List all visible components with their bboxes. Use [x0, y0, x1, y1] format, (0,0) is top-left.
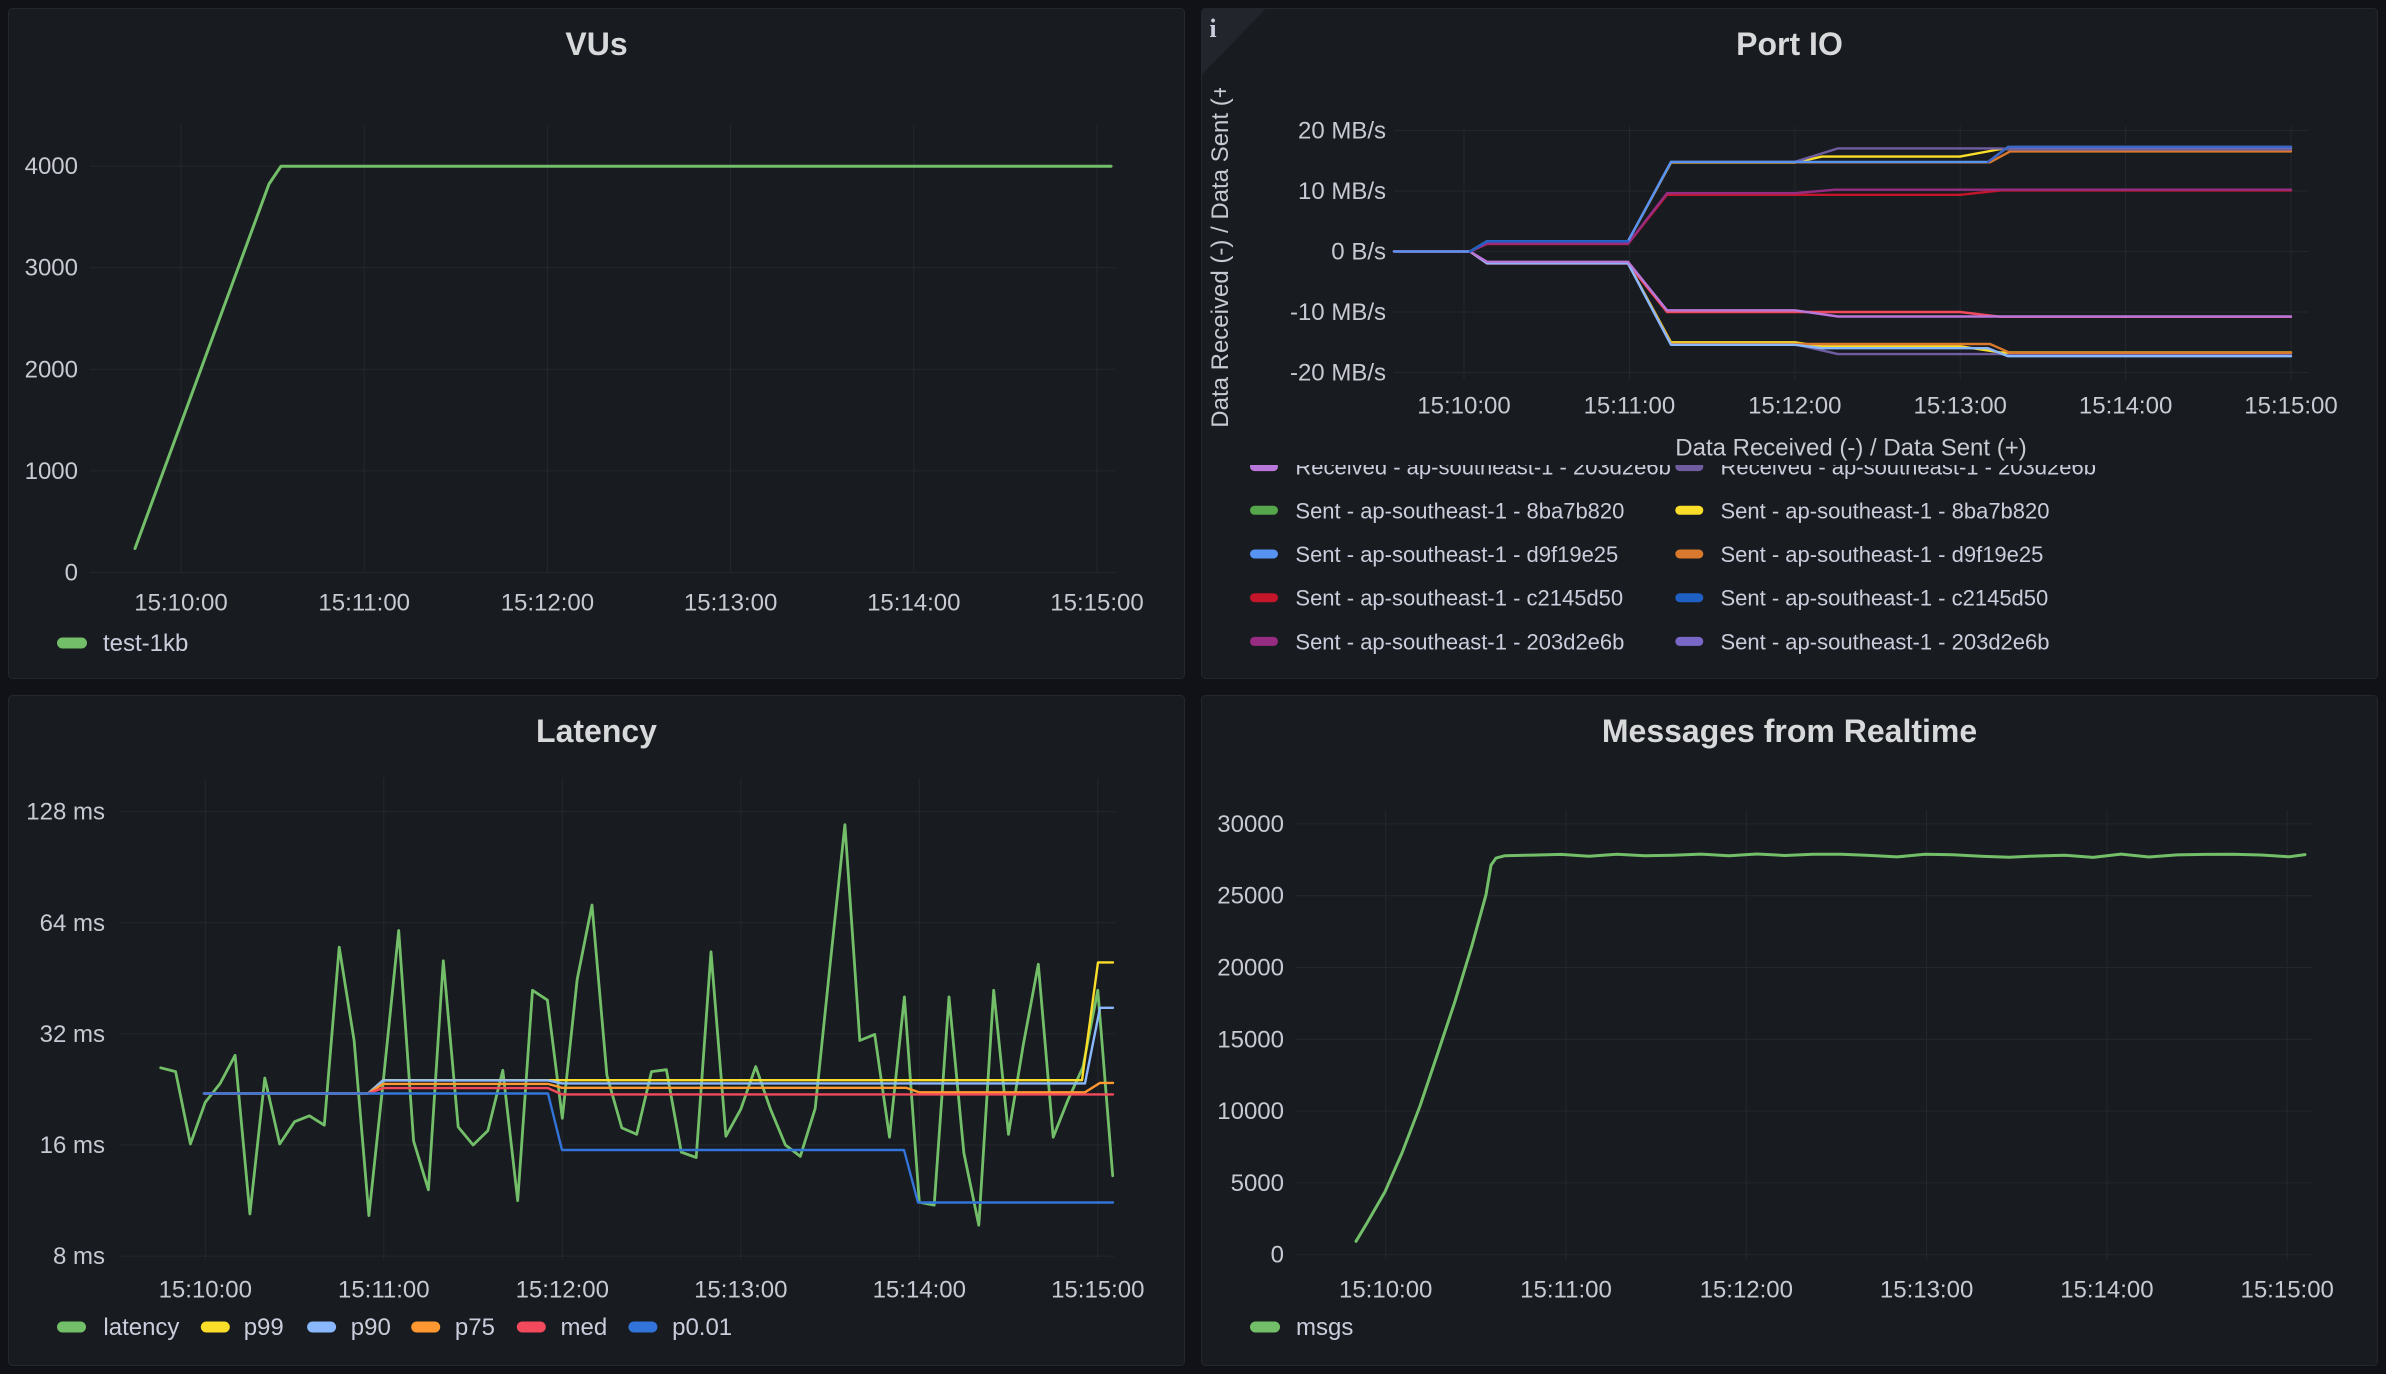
- svg-text:15:11:00: 15:11:00: [338, 1277, 430, 1304]
- svg-text:32 ms: 32 ms: [40, 1021, 105, 1048]
- svg-text:4000: 4000: [25, 153, 78, 180]
- svg-text:16 ms: 16 ms: [40, 1132, 105, 1159]
- svg-text:i: i: [1209, 14, 1216, 43]
- svg-text:med: med: [561, 1314, 608, 1341]
- svg-text:15:15:00: 15:15:00: [1050, 590, 1143, 617]
- svg-text:Sent - ap-southeast-1 - 8ba7b8: Sent - ap-southeast-1 - 8ba7b820: [1295, 498, 1624, 523]
- svg-text:0 B/s: 0 B/s: [1331, 239, 1386, 266]
- svg-text:Messages from Realtime: Messages from Realtime: [1602, 713, 1977, 749]
- svg-text:2000: 2000: [25, 356, 78, 383]
- svg-text:Sent - ap-southeast-1 - 203d2e: Sent - ap-southeast-1 - 203d2e6b: [1721, 629, 2050, 654]
- svg-text:5000: 5000: [1231, 1170, 1284, 1197]
- svg-text:15:12:00: 15:12:00: [1700, 1277, 1793, 1304]
- svg-text:10000: 10000: [1217, 1098, 1284, 1125]
- svg-text:15:10:00: 15:10:00: [159, 1277, 252, 1304]
- svg-text:15:15:00: 15:15:00: [1051, 1277, 1144, 1304]
- svg-text:p0.01: p0.01: [672, 1314, 732, 1341]
- svg-text:p99: p99: [244, 1314, 284, 1341]
- svg-text:0: 0: [1271, 1242, 1284, 1269]
- svg-text:20000: 20000: [1217, 955, 1284, 982]
- svg-text:p75: p75: [455, 1314, 495, 1341]
- svg-text:Data Received (-) / Data Sent: Data Received (-) / Data Sent (+): [1675, 435, 2026, 462]
- svg-text:Sent - ap-southeast-1 - 8ba7b8: Sent - ap-southeast-1 - 8ba7b820: [1721, 498, 2050, 523]
- svg-text:15:11:00: 15:11:00: [1520, 1277, 1612, 1304]
- svg-text:-20 MB/s: -20 MB/s: [1290, 360, 1386, 387]
- svg-text:15:14:00: 15:14:00: [873, 1277, 966, 1304]
- svg-text:15:14:00: 15:14:00: [2060, 1277, 2153, 1304]
- svg-text:-10 MB/s: -10 MB/s: [1290, 299, 1386, 326]
- svg-text:test-1kb: test-1kb: [103, 630, 188, 657]
- svg-text:15:15:00: 15:15:00: [2240, 1277, 2333, 1304]
- svg-text:VUs: VUs: [565, 26, 627, 62]
- svg-text:15:12:00: 15:12:00: [516, 1277, 609, 1304]
- svg-text:15:12:00: 15:12:00: [501, 590, 594, 617]
- svg-text:1000: 1000: [25, 458, 78, 485]
- svg-text:Sent - ap-southeast-1 - c2145d: Sent - ap-southeast-1 - c2145d50: [1295, 586, 1623, 611]
- svg-text:p90: p90: [351, 1314, 391, 1341]
- svg-text:25000: 25000: [1217, 883, 1284, 910]
- svg-text:0: 0: [65, 560, 78, 587]
- svg-text:latency: latency: [103, 1314, 179, 1341]
- svg-text:128 ms: 128 ms: [26, 799, 105, 826]
- svg-text:8 ms: 8 ms: [53, 1243, 105, 1270]
- svg-text:30000: 30000: [1217, 811, 1284, 838]
- svg-text:Sent - ap-southeast-1 - d9f19e: Sent - ap-southeast-1 - d9f19e25: [1295, 542, 1618, 567]
- svg-text:Data Received (-) / Data Sent: Data Received (-) / Data Sent (+): [1207, 76, 1234, 427]
- svg-text:15:14:00: 15:14:00: [2079, 393, 2172, 420]
- svg-text:10 MB/s: 10 MB/s: [1298, 178, 1386, 205]
- svg-text:15:12:00: 15:12:00: [1748, 393, 1841, 420]
- svg-text:15:10:00: 15:10:00: [1339, 1277, 1432, 1304]
- svg-text:15:10:00: 15:10:00: [1417, 393, 1510, 420]
- svg-text:Port IO: Port IO: [1736, 26, 1843, 62]
- svg-text:msgs: msgs: [1296, 1314, 1353, 1341]
- svg-text:Latency: Latency: [536, 713, 657, 749]
- svg-text:20 MB/s: 20 MB/s: [1298, 118, 1386, 145]
- svg-text:64 ms: 64 ms: [40, 910, 105, 937]
- svg-text:15:15:00: 15:15:00: [2244, 393, 2337, 420]
- svg-text:Sent - ap-southeast-1 - 203d2e: Sent - ap-southeast-1 - 203d2e6b: [1295, 629, 1624, 654]
- svg-text:15:10:00: 15:10:00: [134, 590, 227, 617]
- svg-text:15:13:00: 15:13:00: [684, 590, 777, 617]
- svg-text:3000: 3000: [25, 255, 78, 282]
- svg-text:15:13:00: 15:13:00: [694, 1277, 787, 1304]
- svg-text:15:13:00: 15:13:00: [1880, 1277, 1973, 1304]
- svg-text:15:14:00: 15:14:00: [867, 590, 960, 617]
- svg-text:Sent - ap-southeast-1 - c2145d: Sent - ap-southeast-1 - c2145d50: [1721, 586, 2049, 611]
- svg-text:Sent - ap-southeast-1 - d9f19e: Sent - ap-southeast-1 - d9f19e25: [1721, 542, 2044, 567]
- svg-text:15:11:00: 15:11:00: [1584, 393, 1676, 420]
- svg-text:15000: 15000: [1217, 1026, 1284, 1053]
- svg-text:15:11:00: 15:11:00: [318, 590, 410, 617]
- svg-text:15:13:00: 15:13:00: [1913, 393, 2006, 420]
